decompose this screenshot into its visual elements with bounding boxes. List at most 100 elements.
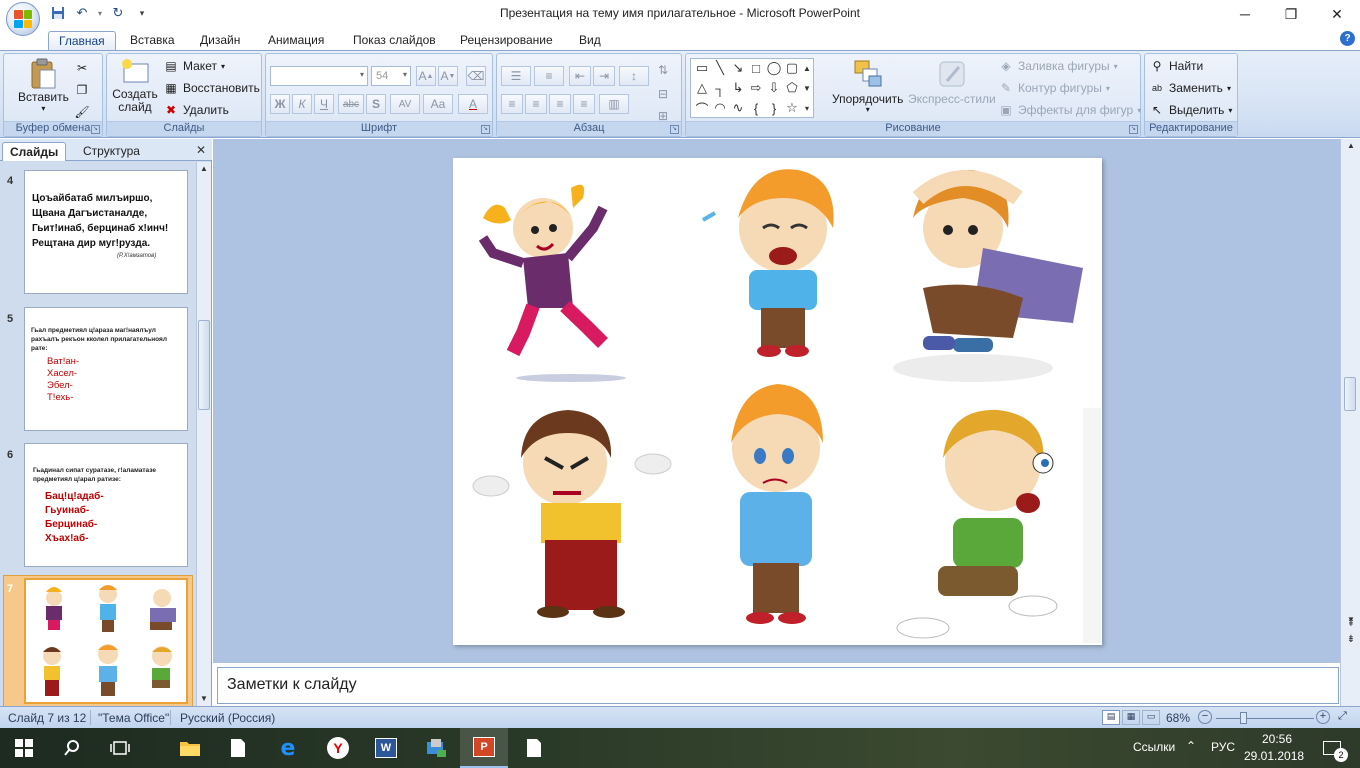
font-color-button[interactable]: A	[458, 94, 488, 114]
help-icon[interactable]: ?	[1340, 31, 1355, 46]
align-right-icon[interactable]: ≡	[549, 94, 571, 114]
close-button[interactable]: ✕	[1314, 0, 1360, 28]
file-explorer-button[interactable]	[166, 728, 214, 768]
zoom-out-icon[interactable]: −	[1198, 710, 1212, 724]
editor-scrollbar[interactable]: ▲ ▼ ⇞ ⇟	[1340, 139, 1360, 706]
line-spacing-icon[interactable]: ↕	[619, 66, 649, 86]
scroll-down-icon[interactable]: ▼	[197, 692, 211, 706]
oval-shape-icon[interactable]: ◯	[765, 59, 783, 77]
star-shape-icon[interactable]: ☆	[783, 99, 801, 117]
current-slide[interactable]	[453, 158, 1102, 645]
wave-shape-icon[interactable]: ∿	[729, 99, 747, 117]
yandex-button[interactable]: Y	[314, 728, 362, 768]
justify-icon[interactable]: ≡	[573, 94, 595, 114]
zoom-level[interactable]: 68%	[1166, 711, 1190, 725]
line-shape-icon[interactable]: ╲	[711, 59, 729, 77]
scroll-thumb[interactable]	[198, 320, 210, 410]
blank-document-button[interactable]	[510, 728, 558, 768]
scroll-up-icon[interactable]: ▲	[197, 162, 211, 176]
normal-view-icon[interactable]: ▤	[1102, 710, 1120, 725]
gallery-up-icon[interactable]: ▲	[801, 59, 813, 77]
left-brace-icon[interactable]: {	[747, 99, 765, 117]
network-app-button[interactable]	[412, 728, 460, 768]
tab-outline[interactable]: Структура	[76, 142, 147, 161]
zoom-slider-track[interactable]	[1216, 718, 1314, 719]
slide-thumbnail-7[interactable]	[24, 578, 188, 704]
previous-slide-icon[interactable]: ⇞	[1344, 617, 1358, 631]
task-view-button[interactable]	[96, 728, 144, 768]
new-slide-button[interactable]: Создать слайд	[112, 56, 158, 114]
search-button[interactable]	[48, 728, 96, 768]
edge-button[interactable]: e	[264, 728, 312, 768]
font-size-combo[interactable]: 54 ▾	[371, 66, 411, 86]
right-brace-icon[interactable]: }	[765, 99, 783, 117]
next-slide-icon[interactable]: ⇟	[1344, 633, 1358, 647]
zoom-in-icon[interactable]: +	[1316, 710, 1330, 724]
clock-date[interactable]: 29.01.2018	[1244, 749, 1304, 763]
triangle-shape-icon[interactable]: △	[693, 79, 711, 97]
close-icon[interactable]: ✕	[196, 143, 206, 157]
font-launcher-icon[interactable]: ↘	[481, 125, 490, 134]
thumbnails-scrollbar[interactable]: ▲ ▼	[196, 162, 211, 706]
sorter-view-icon[interactable]: ▦	[1122, 710, 1140, 725]
arrow-line-shape-icon[interactable]: ↘	[729, 59, 747, 77]
clipboard-launcher-icon[interactable]: ↘	[91, 125, 100, 134]
paste-button[interactable]: Вставить ▾	[18, 58, 69, 113]
text-direction-icon[interactable]: ⇅	[653, 60, 673, 80]
grow-font-icon[interactable]: A ▲	[416, 66, 436, 86]
paragraph-launcher-icon[interactable]: ↘	[670, 125, 679, 134]
increase-indent-icon[interactable]: ⇥	[593, 66, 615, 86]
elbow-connector-icon[interactable]: ┐	[711, 79, 729, 97]
tab-slideshow[interactable]: Показ слайдов	[343, 31, 446, 50]
decrease-indent-icon[interactable]: ⇤	[569, 66, 591, 86]
shape-fill-button[interactable]: ◈ Заливка фигуры ▾	[998, 58, 1117, 74]
shape-outline-button[interactable]: ✎ Контур фигуры ▾	[998, 80, 1110, 96]
italic-button[interactable]: К	[292, 94, 312, 114]
align-text-icon[interactable]: ⊟	[653, 84, 673, 104]
shape-effects-button[interactable]: ▣ Эффекты для фигур ▾	[998, 102, 1141, 118]
align-center-icon[interactable]: ≡	[525, 94, 547, 114]
underline-button[interactable]: Ч	[314, 94, 334, 114]
scroll-up-icon[interactable]: ▲	[1344, 139, 1358, 153]
numbering-icon[interactable]: ≡	[534, 66, 564, 86]
notifications-button[interactable]: 2	[1312, 728, 1352, 768]
tab-insert[interactable]: Вставка	[120, 31, 185, 50]
document-button[interactable]	[214, 728, 262, 768]
fit-slide-icon[interactable]: ⤢	[1338, 710, 1347, 723]
notes-pane[interactable]: Заметки к слайду	[217, 667, 1339, 704]
copy-icon[interactable]: ❐	[74, 82, 90, 98]
change-case-button[interactable]: Aa	[423, 94, 453, 114]
drawing-launcher-icon[interactable]: ↘	[1129, 125, 1138, 134]
reset-button[interactable]: ▦ Восстановить	[163, 80, 260, 96]
select-button[interactable]: ↖ Выделить ▾	[1149, 102, 1232, 118]
tab-animation[interactable]: Анимация	[258, 31, 334, 50]
shapes-gallery[interactable]: ▭ ╲ ↘ □ ◯ ▢ △ ┐ ↳ ⇨ ⇩ ⬠ ⌒ ◠ ∿ { } ☆ ▲ ▼ …	[690, 58, 814, 118]
quick-styles-button[interactable]: Экспресс-стили	[908, 58, 996, 106]
elbow-arrow-icon[interactable]: ↳	[729, 79, 747, 97]
cut-icon[interactable]: ✂	[74, 60, 90, 76]
tab-design[interactable]: Дизайн	[190, 31, 250, 50]
office-button[interactable]	[6, 2, 40, 36]
input-language[interactable]: РУС	[1211, 740, 1235, 754]
maximize-button[interactable]: ❐	[1268, 0, 1314, 28]
gallery-down-icon[interactable]: ▼	[801, 79, 813, 97]
shadow-button[interactable]: S	[366, 94, 386, 114]
tab-slides[interactable]: Слайды	[2, 142, 67, 161]
powerpoint-button[interactable]: P	[460, 728, 508, 768]
replace-button[interactable]: ab Заменить ▾	[1149, 80, 1231, 96]
bullets-icon[interactable]: ☰	[501, 66, 531, 86]
bold-button[interactable]: Ж	[270, 94, 290, 114]
clock-time[interactable]: 20:56	[1262, 732, 1292, 746]
rounded-rect-shape-icon[interactable]: ▢	[783, 59, 801, 77]
layout-button[interactable]: ▤ Макет ▾	[163, 58, 225, 74]
slide-thumbnail-5[interactable]: Гьал предметиял ц!араза маг!наялъул рахъ…	[24, 307, 188, 431]
slide-thumbnail-4[interactable]: Цоъайбатаб милъиршо, Щвана Дагъистаналде…	[24, 170, 188, 294]
shrink-font-icon[interactable]: A ▼	[438, 66, 458, 86]
clear-format-icon[interactable]: ⌫	[466, 66, 486, 86]
word-button[interactable]: W	[362, 728, 410, 768]
textbox-shape-icon[interactable]: ▭	[693, 59, 711, 77]
delete-button[interactable]: ✖ Удалить	[163, 102, 229, 118]
columns-icon[interactable]: ▥	[599, 94, 629, 114]
chevron-up-icon[interactable]: ⌃	[1186, 739, 1196, 753]
language-indicator[interactable]: Русский (Россия)	[180, 711, 275, 725]
